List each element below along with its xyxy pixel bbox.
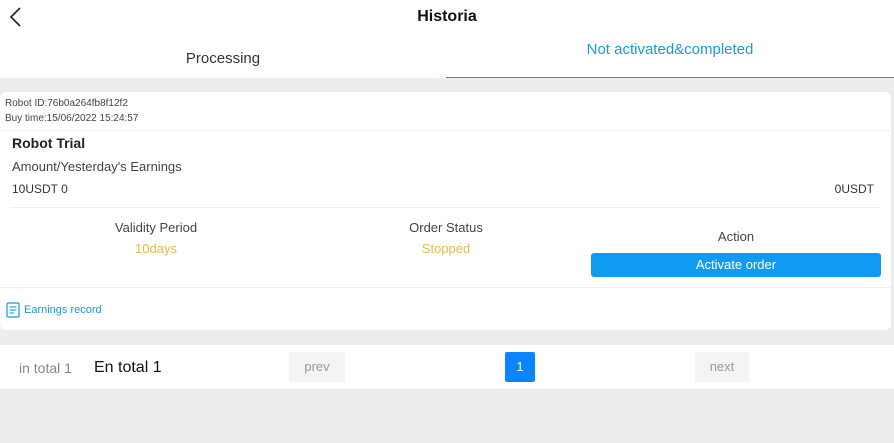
order-card: Robot ID:76b0a264fb8f12f2 Buy time:15/06… bbox=[0, 92, 891, 330]
divider bbox=[0, 287, 891, 288]
validity-period-label: Validity Period bbox=[114, 220, 198, 235]
tab-not-activated-completed[interactable]: Not activated&completed bbox=[446, 40, 894, 78]
document-icon bbox=[6, 302, 20, 318]
robot-id: Robot ID:76b0a264fb8f12f2 bbox=[5, 98, 128, 109]
next-page-button[interactable]: next bbox=[695, 352, 749, 382]
divider bbox=[0, 130, 891, 131]
tab-processing[interactable]: Processing bbox=[0, 40, 446, 78]
pagination-bar: in total 1 En total 1 prev 1 next bbox=[0, 345, 894, 389]
activate-order-button[interactable]: Activate order bbox=[591, 253, 881, 277]
buy-time: Buy time:15/06/2022 15:24:57 bbox=[5, 113, 139, 124]
amount-label: Amount/Yesterday's Earnings bbox=[12, 159, 182, 174]
earnings-record-label: Earnings record bbox=[24, 304, 102, 316]
top-bar: Historia Processing Not activated&comple… bbox=[0, 0, 894, 78]
order-status-label: Order Status bbox=[409, 220, 483, 235]
validity-period-value: 10days bbox=[135, 241, 177, 256]
earnings-record-link[interactable]: Earnings record bbox=[6, 302, 102, 318]
action-label: Action bbox=[717, 229, 755, 244]
prev-page-button[interactable]: prev bbox=[289, 352, 345, 382]
earnings-value: 0USDT bbox=[834, 182, 874, 196]
divider bbox=[10, 207, 880, 208]
page-title: Historia bbox=[417, 8, 477, 25]
in-total-count: in total 1 bbox=[19, 360, 72, 376]
page-number-button[interactable]: 1 bbox=[505, 352, 535, 382]
amount-value: 10USDT 0 bbox=[12, 182, 68, 196]
robot-name: Robot Trial bbox=[12, 135, 86, 151]
order-status-value: Stopped bbox=[421, 241, 471, 256]
en-total-count: En total 1 bbox=[94, 359, 162, 376]
